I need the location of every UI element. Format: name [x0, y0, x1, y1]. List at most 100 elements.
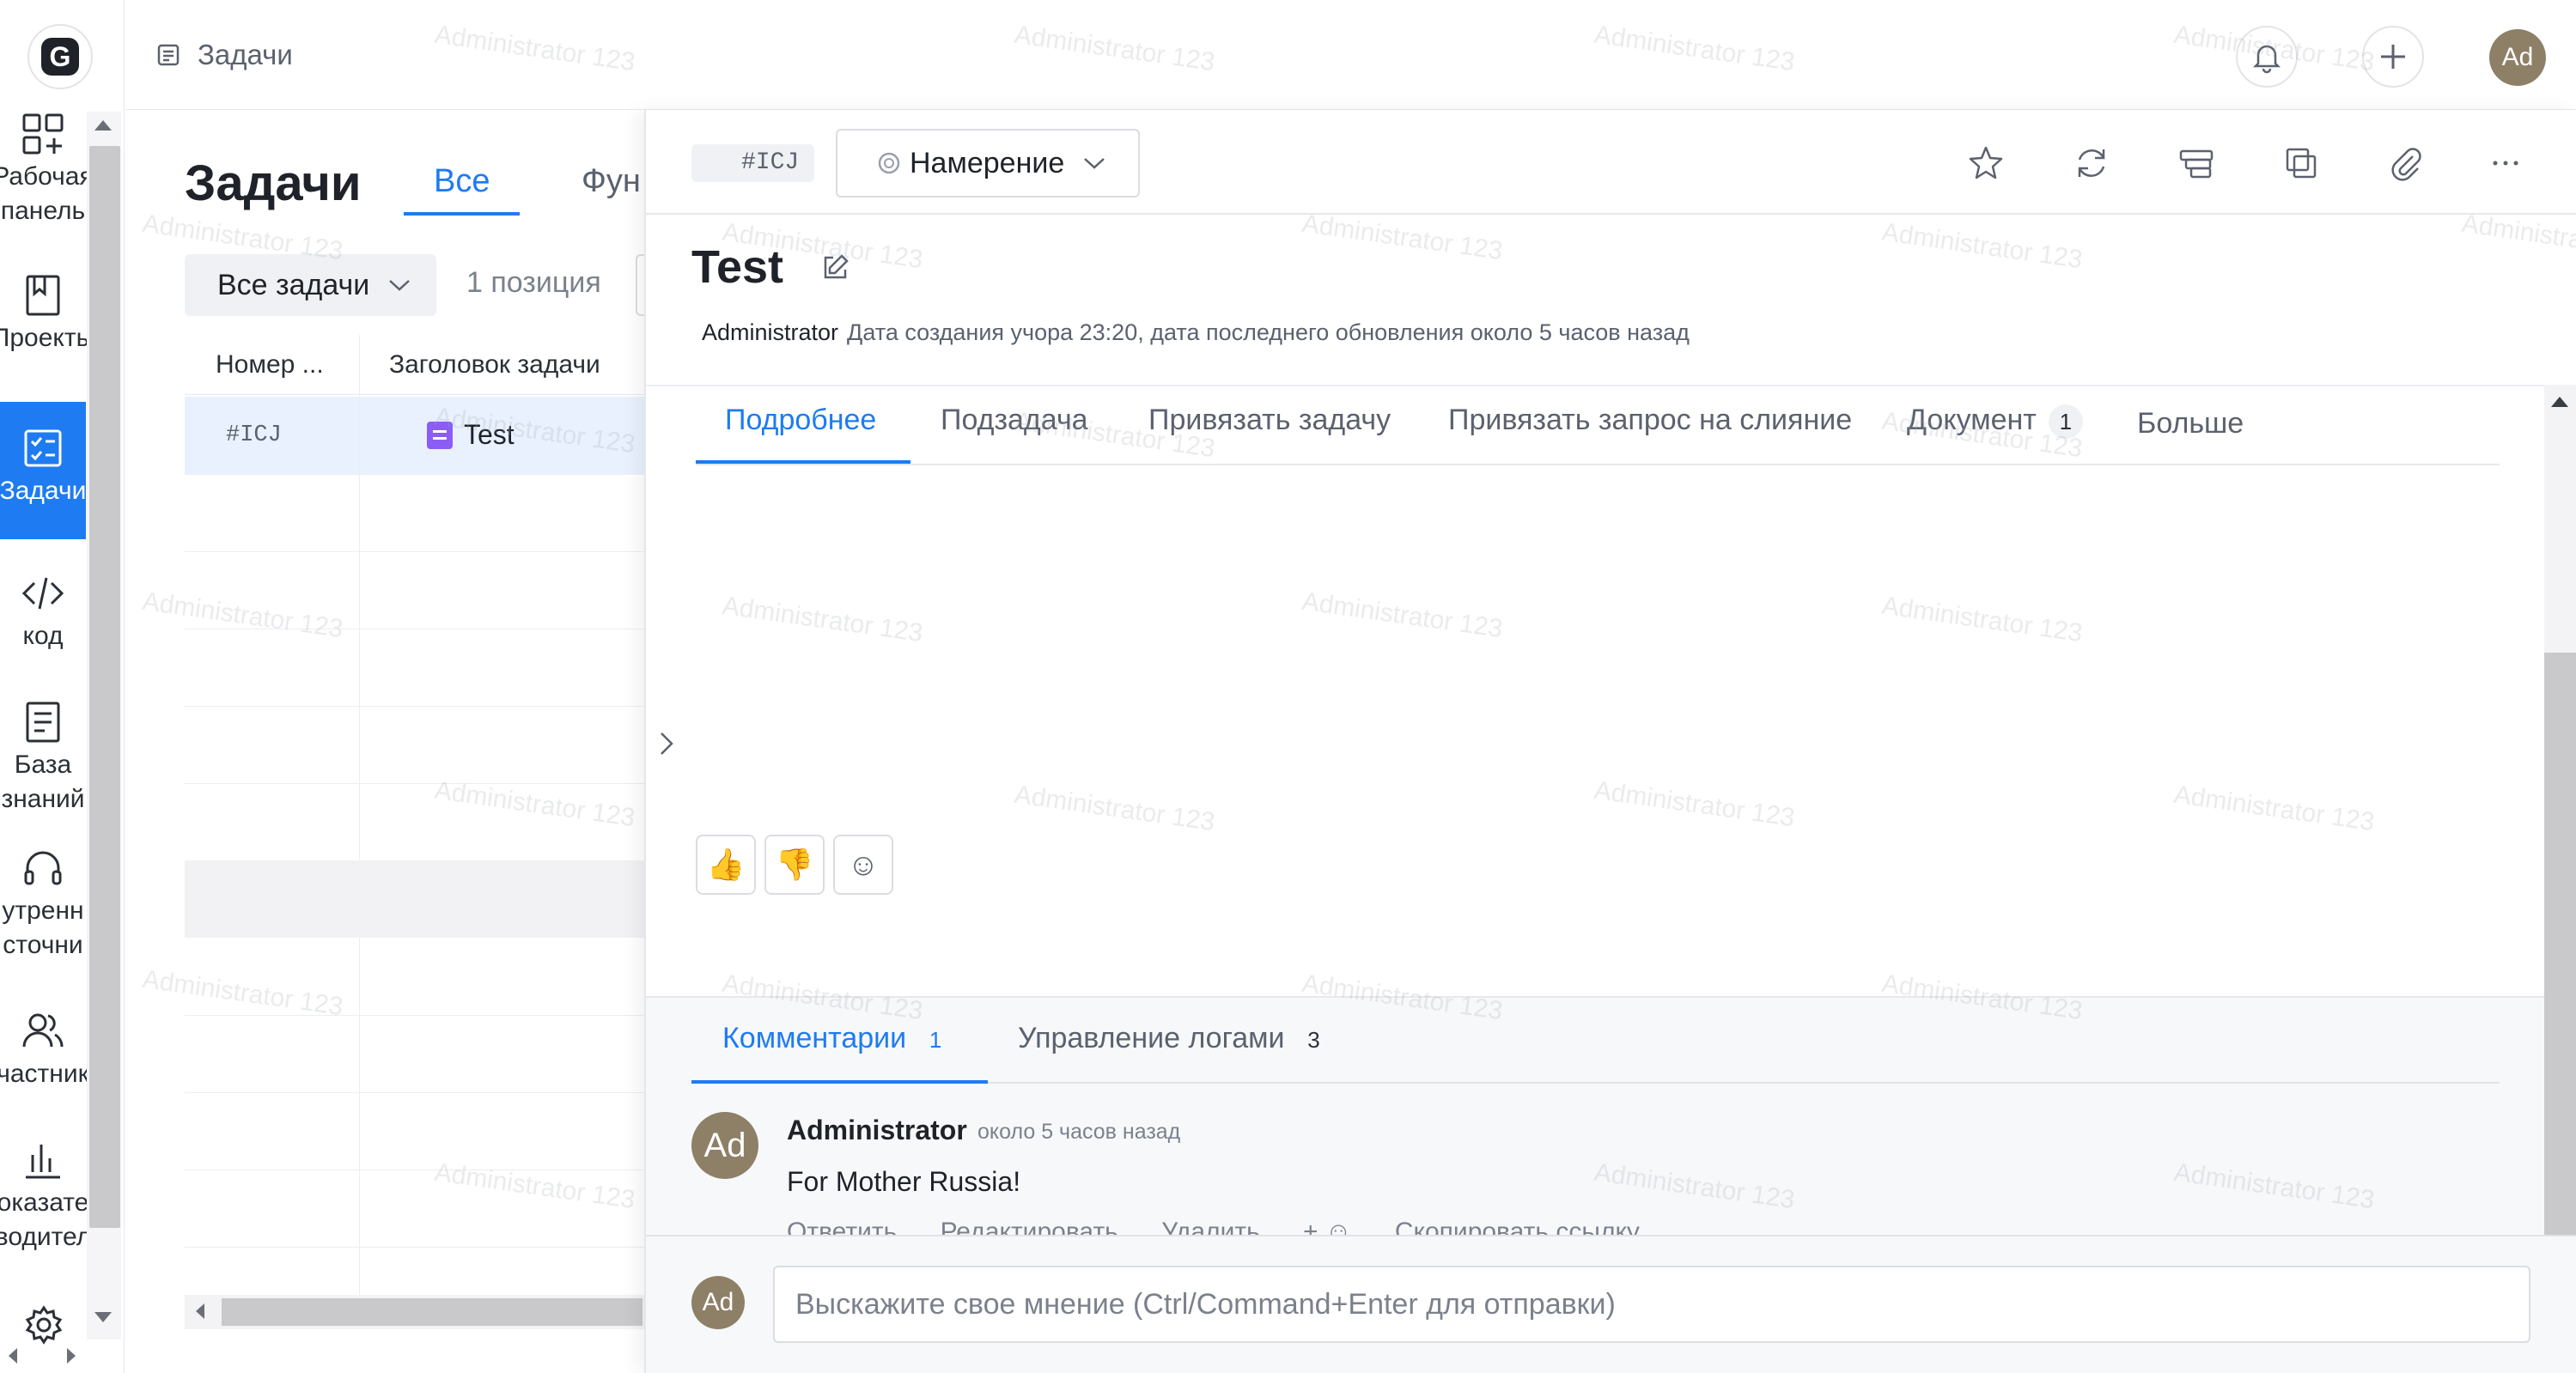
- chevron-down-icon: [1084, 158, 1105, 169]
- table-scrollbar-thumb[interactable]: [222, 1298, 642, 1326]
- task-board-icon: [24, 429, 62, 467]
- table-row-empty: [185, 860, 644, 938]
- tab-details[interactable]: Подробнее: [725, 404, 876, 437]
- row-divider: [185, 706, 644, 707]
- row-divider: [185, 1092, 644, 1093]
- status-circle-icon: [878, 152, 900, 174]
- comment-author-avatar[interactable]: Ad: [691, 1112, 758, 1179]
- rail-item-metrics[interactable]: оказате водител: [0, 1138, 91, 1275]
- comment-actions: Ответить Редактировать Удалить + ☺ Скопи…: [787, 1218, 1676, 1236]
- settings-icon[interactable]: [24, 1305, 64, 1345]
- active-tab-indicator: [696, 460, 910, 464]
- comment-author[interactable]: Administrator: [787, 1115, 967, 1146]
- log-count-badge: 3: [1307, 1027, 1320, 1054]
- watermark: Administrator 123: [432, 775, 637, 833]
- notifications-button[interactable]: [2236, 26, 2298, 88]
- filter-label: Все задачи: [217, 268, 370, 301]
- tab-document[interactable]: Документ 1: [1907, 404, 2083, 440]
- column-header-title[interactable]: Заголовок задачи: [389, 350, 600, 380]
- code-icon: [21, 577, 64, 610]
- book-icon: [26, 275, 60, 316]
- breadcrumb-icon: [156, 43, 180, 67]
- rail-scrollbar-thumb[interactable]: [89, 146, 120, 1228]
- activity-tabs: Комментарии 1 Управление логами 3: [691, 1013, 2500, 1084]
- table-row[interactable]: #ICJ Test: [185, 397, 644, 474]
- row-divider: [185, 1247, 644, 1248]
- document-icon: [427, 422, 453, 449]
- add-reaction-link[interactable]: + ☺: [1303, 1218, 1351, 1236]
- rail-item-dashboard[interactable]: Рабочая панель: [0, 112, 94, 249]
- edit-title-icon[interactable]: [821, 252, 850, 282]
- task-meta: Administrator Дата создания учора 23:20, …: [702, 319, 1690, 346]
- thumbs-up-icon: 👍: [706, 847, 746, 882]
- comment-input[interactable]: [773, 1266, 2530, 1343]
- tab-features[interactable]: Фун: [582, 163, 641, 200]
- delete-link[interactable]: Удалить: [1161, 1218, 1260, 1236]
- layout-icon[interactable]: [2177, 144, 2215, 182]
- rail-item-knowledge-base[interactable]: База знаний: [0, 700, 86, 837]
- active-tab-indicator: [404, 212, 520, 216]
- row-divider: [185, 1169, 644, 1170]
- watermark: Administrator 123: [140, 964, 345, 1022]
- rail-item-members[interactable]: частник: [0, 1009, 89, 1112]
- refresh-icon[interactable]: [2073, 144, 2110, 182]
- detail-scroll-up-arrow[interactable]: [2551, 397, 2568, 407]
- more-icon[interactable]: [2487, 144, 2524, 182]
- members-icon: [22, 1013, 64, 1048]
- task-title[interactable]: Test: [691, 240, 783, 294]
- tab-subtask[interactable]: Подзадача: [941, 404, 1088, 437]
- star-icon[interactable]: [1967, 144, 2005, 182]
- task-title-cell[interactable]: Test: [464, 419, 515, 451]
- copy-icon[interactable]: [2282, 144, 2320, 182]
- rail-item-projects[interactable]: Проекты: [0, 273, 94, 376]
- table-scroll-left-arrow[interactable]: [196, 1303, 204, 1319]
- column-header-number[interactable]: Номер ...: [216, 350, 324, 380]
- detail-scrollbar-thumb[interactable]: [2544, 653, 2576, 1235]
- thumbs-down-icon: 👎: [775, 847, 814, 882]
- reply-link[interactable]: Ответить: [787, 1218, 897, 1236]
- comment-body: For Mother Russia!: [787, 1166, 1021, 1197]
- tab-all[interactable]: Все: [434, 163, 490, 200]
- item-count: 1 позиция: [466, 266, 601, 299]
- thumbs-down-button[interactable]: 👎: [764, 835, 825, 895]
- tab-link-task[interactable]: Привязать задачу: [1148, 404, 1391, 437]
- breadcrumb[interactable]: Задачи: [198, 39, 293, 71]
- knowledge-base-icon: [26, 702, 60, 743]
- rail-item-support[interactable]: утренн сточни: [0, 846, 86, 983]
- tab-more[interactable]: Больше: [2137, 407, 2244, 440]
- task-id-pill[interactable]: #ICJ: [691, 144, 815, 182]
- app-logo[interactable]: G: [27, 24, 93, 89]
- scroll-up-arrow[interactable]: [94, 120, 112, 131]
- rail-item-tasks[interactable]: Задачи: [0, 402, 86, 539]
- edit-link[interactable]: Редактировать: [941, 1218, 1118, 1236]
- tab-activity-log[interactable]: Управление логами 3: [1018, 1022, 1331, 1057]
- task-number: #ICJ: [226, 422, 282, 448]
- row-divider: [185, 474, 644, 475]
- status-dropdown[interactable]: Намерение: [836, 129, 1140, 197]
- tab-link-merge-request[interactable]: Привязать запрос на слияние: [1448, 404, 1852, 437]
- row-divider: [185, 551, 644, 552]
- attachment-icon[interactable]: [2387, 144, 2425, 182]
- create-button[interactable]: [2362, 26, 2424, 88]
- rail-item-code[interactable]: код: [0, 571, 86, 674]
- meta-dates: Дата создания учора 23:20, дата последне…: [847, 319, 1690, 345]
- current-user-avatar: Ad: [691, 1276, 745, 1329]
- scroll-down-arrow[interactable]: [94, 1312, 112, 1322]
- status-label: Намерение: [910, 146, 1065, 179]
- detail-tabs: Подробнее Подзадача Привязать задачу При…: [696, 404, 2500, 465]
- thumbs-up-button[interactable]: 👍: [696, 835, 756, 895]
- headset-icon: [24, 851, 62, 885]
- page-title: Задачи: [185, 155, 362, 211]
- add-reaction-button[interactable]: ☺: [833, 835, 893, 895]
- tab-comments[interactable]: Комментарии 1: [722, 1022, 953, 1057]
- divider: [646, 385, 2546, 386]
- copy-link[interactable]: Скопировать ссылку: [1395, 1218, 1640, 1236]
- meta-author[interactable]: Administrator: [702, 319, 838, 345]
- comment-timestamp: около 5 часов назад: [977, 1120, 1181, 1144]
- user-avatar[interactable]: Ad: [2489, 29, 2546, 86]
- scroll-right-arrow[interactable]: [67, 1348, 76, 1364]
- task-filter-dropdown[interactable]: Все задачи: [185, 254, 436, 316]
- smiley-icon: ☺: [847, 847, 880, 882]
- scroll-left-arrow[interactable]: [9, 1348, 17, 1364]
- collapse-panel-chevron-icon[interactable]: [655, 728, 679, 759]
